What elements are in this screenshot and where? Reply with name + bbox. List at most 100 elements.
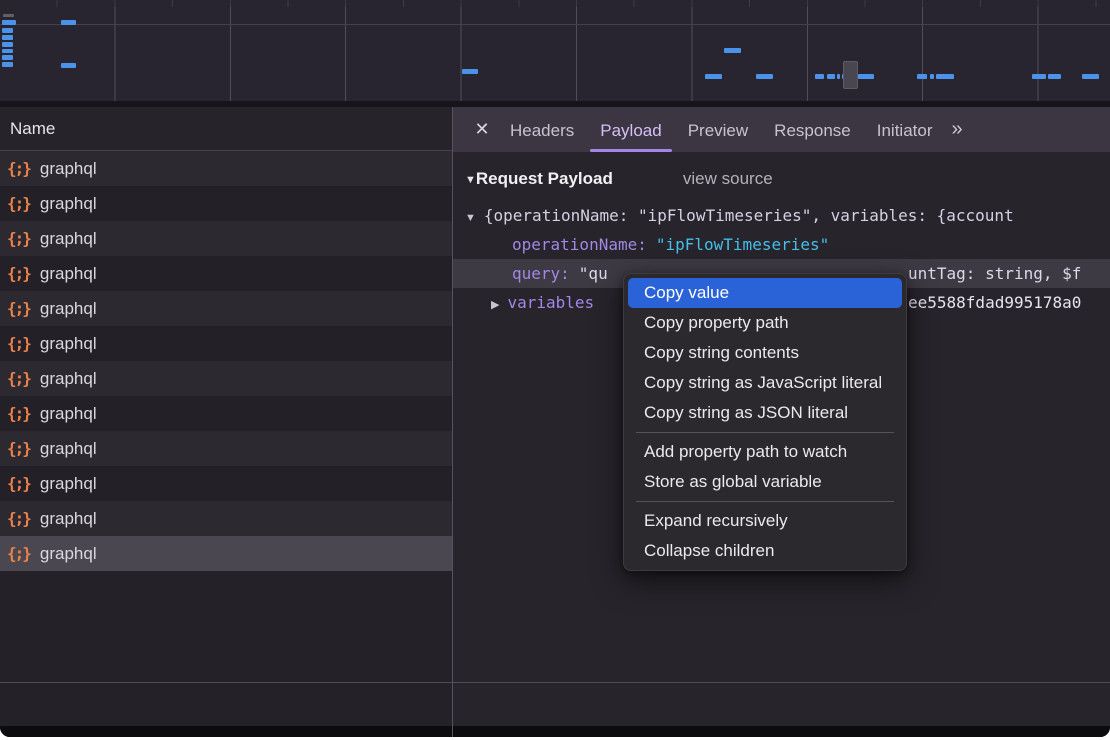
request-row[interactable]: {;} graphql [0, 186, 452, 221]
network-bar [2, 20, 16, 25]
json-request-icon: {;} [7, 509, 30, 528]
network-bar [936, 74, 954, 79]
request-row[interactable]: {;}graphql [0, 221, 452, 256]
request-name-label: graphql [40, 509, 97, 529]
request-row[interactable]: {;} graphql [0, 291, 452, 326]
menu-item-store-as-global-variable[interactable]: Store as global variable [628, 467, 902, 497]
request-name-label: graphql [40, 404, 97, 424]
window-bottom-bar [0, 726, 1110, 737]
log-footer-divider [0, 682, 1110, 683]
network-bar [815, 74, 824, 79]
network-bar [827, 74, 835, 79]
network-bar [917, 74, 927, 79]
network-bar [2, 28, 13, 33]
menu-item-copy-property-path[interactable]: Copy property path [628, 308, 902, 338]
property-key: query: [512, 264, 570, 283]
devtools-window: Name {;} graphql {;} graphql {;} graphql {;} gr… [0, 0, 1110, 740]
menu-item-expand-recursively[interactable]: Expand recursively [628, 506, 902, 536]
property-value-left: "qu [579, 264, 608, 283]
payload-row-operationname[interactable]: operationName: "ipFlowTimeseries" [465, 230, 1110, 259]
network-bar [858, 74, 874, 79]
payload-root-row[interactable]: ▼ {operationName: "ipFlowTimeseries", var… [465, 201, 1110, 230]
request-payload-header: ▼Request Payload view source [465, 165, 1110, 193]
tab-initiator[interactable]: Initiator [864, 107, 946, 152]
menu-item-copy-string-as-json-literal[interactable]: Copy string as JSON literal [628, 398, 902, 428]
json-request-icon: {;} [7, 474, 30, 493]
json-request-icon: {;} [7, 159, 30, 178]
view-source-link[interactable]: view source [683, 169, 773, 188]
request-name-label: graphql [40, 299, 97, 319]
property-value: "ipFlowTimeseries" [656, 235, 829, 254]
tab-headers[interactable]: Headers [497, 107, 587, 152]
json-request-icon: {;} [7, 194, 30, 213]
context-menu: Copy valueCopy property pathCopy string … [623, 273, 907, 571]
json-request-icon: {;} [7, 544, 30, 563]
devtools-network-panel: Name {;} graphql {;} graphql {;} graphql {;} gr… [0, 0, 1110, 737]
menu-separator [636, 432, 894, 433]
menu-item-copy-string-as-javascript-literal[interactable]: Copy string as JavaScript literal [628, 368, 902, 398]
property-key: variables [507, 293, 594, 312]
json-request-icon: {;} [7, 334, 30, 353]
network-bar [2, 42, 13, 47]
network-bar [724, 48, 741, 53]
request-name-label: graphql [40, 369, 97, 389]
request-row[interactable]: {;}graphql [0, 256, 452, 291]
menu-separator [636, 501, 894, 502]
request-row[interactable]: {;} graphql [0, 501, 452, 536]
request-list-panel: Name {;} graphql {;} graphql {;} graphql {;} gr… [0, 107, 452, 737]
close-icon[interactable]: ✕ [467, 119, 497, 140]
collapsed-icon[interactable]: ▶ [491, 299, 499, 311]
menu-item-copy-string-contents[interactable]: Copy string contents [628, 338, 902, 368]
json-request-icon: {;} [7, 439, 30, 458]
tab-response[interactable]: Response [761, 107, 864, 152]
network-bar [2, 62, 13, 67]
network-bar [2, 55, 13, 60]
request-payload-title: Request Payload [476, 169, 613, 188]
section-collapse-icon[interactable]: ▼ [465, 174, 476, 186]
property-key: operationName: [512, 235, 647, 254]
request-name-label: graphql [40, 474, 97, 494]
request-row[interactable]: {;}graphql [0, 431, 452, 466]
request-row[interactable]: {;}graphql [0, 396, 452, 431]
json-request-icon: {;} [7, 229, 30, 248]
network-bar [1032, 74, 1046, 79]
json-request-icon: {;} [7, 299, 30, 318]
json-request-icon: {;} [7, 264, 30, 283]
payload-root-preview: {operationName: "ipFlowTimeseries", vari… [484, 206, 1014, 225]
property-value-right: untTag: string, $f [908, 259, 1081, 288]
details-tabbar: ✕ HeadersPayloadPreviewResponseInitiator… [453, 107, 1110, 152]
menu-item-collapse-children[interactable]: Collapse children [628, 536, 902, 566]
network-overview-timeline[interactable] [0, 0, 1110, 101]
expanded-icon[interactable]: ▼ [465, 212, 476, 224]
network-bar [1082, 74, 1099, 79]
request-row[interactable]: {;} graphql [0, 326, 452, 361]
more-tabs-icon[interactable]: » [951, 118, 960, 141]
request-name-label: graphql [40, 159, 97, 179]
network-bar [61, 20, 76, 25]
panel-splitter[interactable] [452, 107, 453, 737]
network-bar [1048, 74, 1061, 79]
request-name-label: graphql [40, 544, 97, 564]
selected-request-marker [843, 61, 858, 89]
json-request-icon: {;} [7, 369, 30, 388]
network-bar [61, 63, 76, 68]
network-bar [2, 49, 13, 53]
tab-preview[interactable]: Preview [675, 107, 761, 152]
request-name-label: graphql [40, 194, 97, 214]
network-bar [705, 74, 722, 79]
network-bar [837, 74, 840, 79]
network-bar [756, 74, 773, 79]
menu-item-add-property-path-to-watch[interactable]: Add property path to watch [628, 437, 902, 467]
overview-midline [0, 24, 1110, 25]
request-row[interactable]: {;} graphql [0, 466, 452, 501]
menu-item-copy-value[interactable]: Copy value [628, 278, 902, 308]
network-bar [930, 74, 934, 79]
request-row[interactable]: {;} graphql [0, 536, 452, 571]
request-row[interactable]: {;} graphql [0, 151, 452, 186]
request-row[interactable]: {;} graphql [0, 361, 452, 396]
property-value-right: ee5588fdad995178a0 [908, 288, 1081, 317]
tab-payload[interactable]: Payload [587, 107, 674, 152]
name-column-header[interactable]: Name [0, 107, 452, 151]
details-tabs: HeadersPayloadPreviewResponseInitiator [497, 107, 945, 152]
request-name-label: graphql [40, 334, 97, 354]
